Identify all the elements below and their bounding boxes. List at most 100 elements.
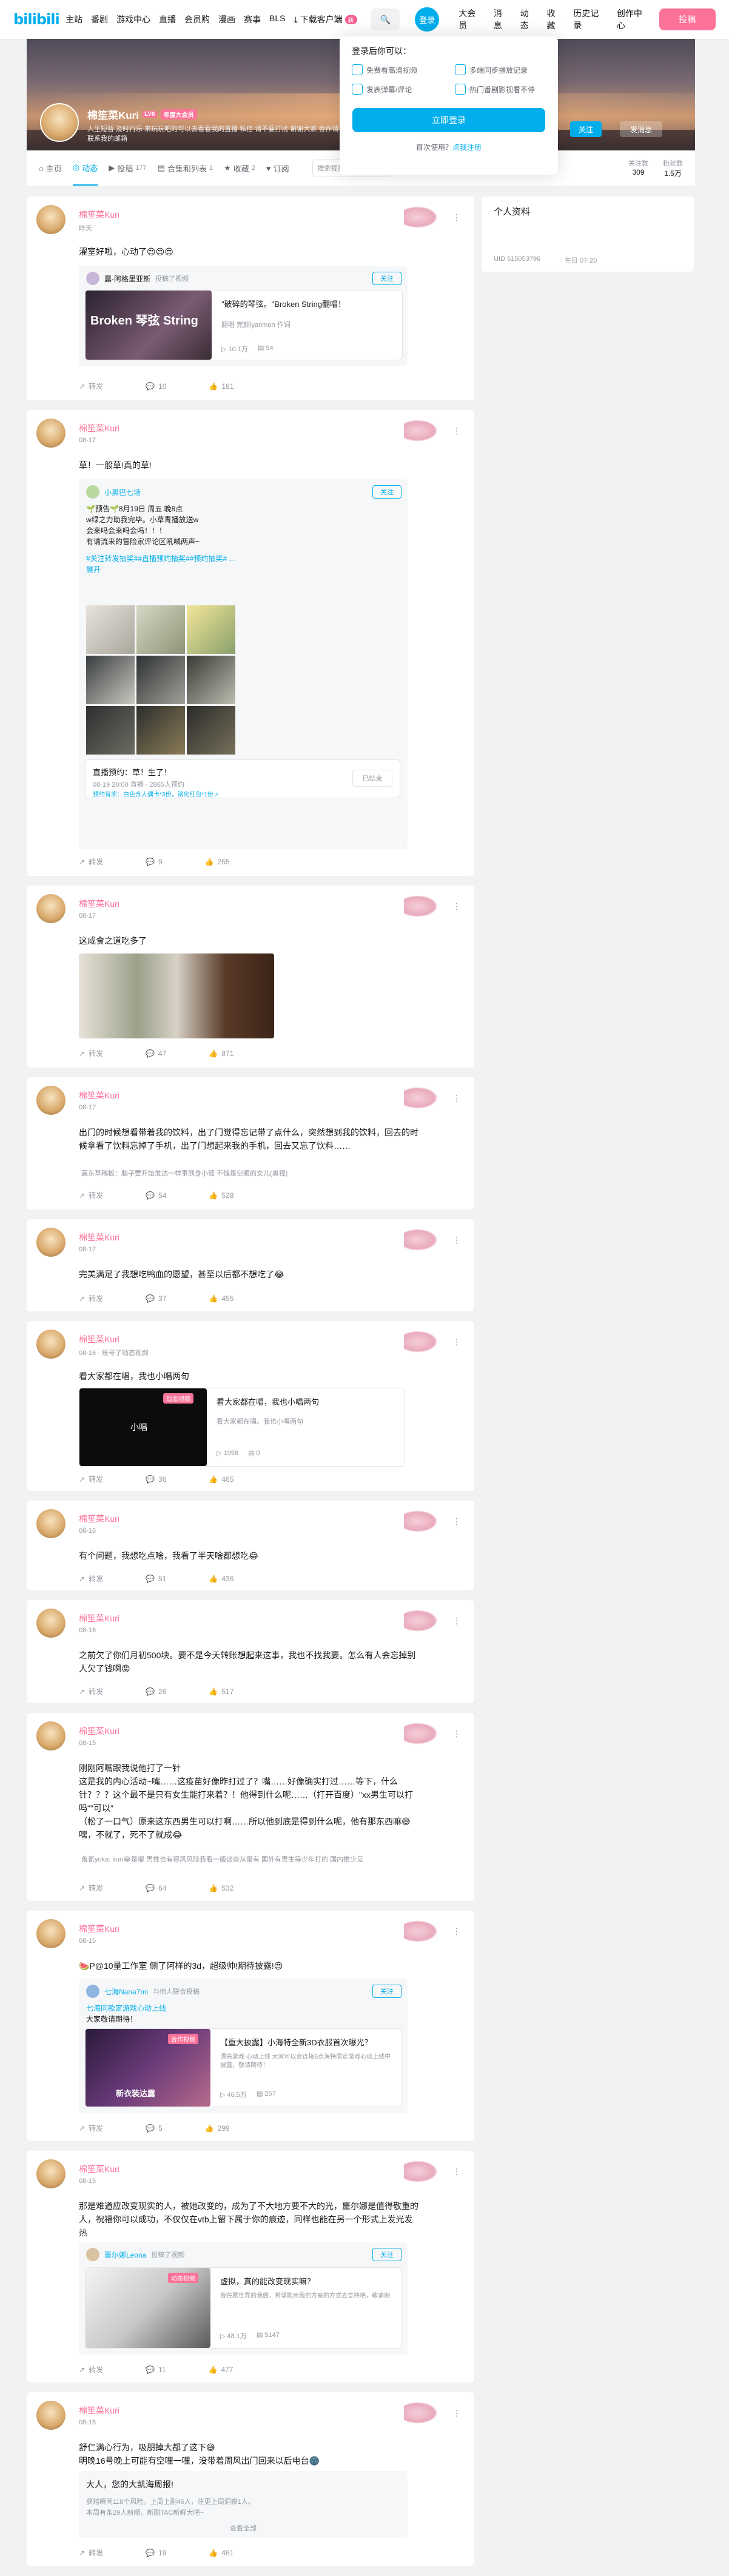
comment-button[interactable]: 💬 26 xyxy=(146,1686,166,1697)
quoted-follow-button[interactable]: 关注 xyxy=(372,2248,401,2261)
video-thumbnail[interactable]: Broken 琴弦 String xyxy=(86,291,212,360)
quoted-follow-button[interactable]: 关注 xyxy=(372,1985,401,1998)
author-name[interactable]: 棉笙菜Kuri xyxy=(79,2404,119,2416)
more-options-icon[interactable]: ⋮ xyxy=(452,426,461,436)
nav-history[interactable]: 历史记录 xyxy=(573,7,607,32)
author-name[interactable]: 棉笙菜Kuri xyxy=(79,422,119,434)
comment-button[interactable]: 💬 51 xyxy=(146,1573,166,1584)
author-avatar[interactable] xyxy=(36,2401,66,2430)
author-avatar[interactable] xyxy=(36,894,66,923)
nav-dynamics[interactable]: 动态 xyxy=(520,7,537,32)
comment-button[interactable]: 💬 5 xyxy=(146,2123,163,2133)
more-options-icon[interactable]: ⋮ xyxy=(452,1337,461,1347)
quoted-avatar[interactable] xyxy=(86,485,99,499)
quoted-user[interactable]: 小黑巴七场 xyxy=(104,487,141,497)
author-avatar[interactable] xyxy=(36,1721,66,1750)
like-button[interactable]: 👍 436 xyxy=(209,1573,233,1584)
like-button[interactable]: 👍 255 xyxy=(205,856,230,867)
nav-game-center[interactable]: 游戏中心 xyxy=(116,13,150,25)
comment-button[interactable]: 💬 37 xyxy=(146,1293,166,1303)
article-title[interactable]: 大人，您的大凯海周报! xyxy=(86,2478,173,2490)
quoted-user[interactable]: 露-阿格里亚斯 xyxy=(104,274,150,284)
nav-favorites[interactable]: 收藏 xyxy=(546,7,563,32)
forwarded-post[interactable]: 噩尔娜Leona 投稿了视频 关注 动态视频 虚拟，真的能改变现实嘛？ 我在愿世… xyxy=(79,2242,408,2355)
grid-image[interactable] xyxy=(136,605,185,654)
profile-avatar[interactable] xyxy=(40,103,79,142)
quoted-follow-button[interactable]: 关注 xyxy=(372,485,401,499)
more-options-icon[interactable]: ⋮ xyxy=(452,1926,461,1937)
forward-button[interactable]: ↗ 转发 xyxy=(79,2547,103,2558)
forwarded-post[interactable]: 七海Nana7mi 与他人联合投稿 关注 七海同款定游戏心动上线 大家敬请期待！… xyxy=(79,1979,408,2113)
forward-button[interactable]: ↗ 转发 xyxy=(79,1474,103,1484)
author-name[interactable]: 棉笙菜Kuri xyxy=(79,1333,119,1345)
quoted-user[interactable]: 七海Nana7mi xyxy=(104,1986,148,1997)
nav-bls[interactable]: BLS xyxy=(269,13,285,25)
author-avatar[interactable] xyxy=(36,1330,66,1359)
video-title[interactable]: 【重大披露】小海特全新3D衣服首次曝光？ xyxy=(220,2036,396,2048)
lottery-link[interactable]: 预约有奖：白色含人偶卡*3份，钢化红包*1份 > xyxy=(93,789,219,798)
comment-button[interactable]: 💬 64 xyxy=(146,1883,166,1893)
login-avatar-button[interactable]: 登录 xyxy=(415,7,440,32)
more-options-icon[interactable]: ⋮ xyxy=(452,2167,461,2177)
message-button[interactable]: 发消息 xyxy=(620,121,662,137)
grid-image[interactable] xyxy=(187,605,235,654)
like-button[interactable]: 👍 532 xyxy=(209,1883,233,1893)
like-button[interactable]: 👍 477 xyxy=(209,2364,233,2375)
forwarded-post[interactable]: 露-阿格里亚斯 投稿了视频 关注 Broken 琴弦 String "破碎的琴弦… xyxy=(79,266,408,366)
forward-button[interactable]: ↗ 转发 xyxy=(79,856,103,867)
nav-creator-center[interactable]: 创作中心 xyxy=(617,7,651,32)
like-button[interactable]: 👍 461 xyxy=(209,2547,233,2558)
grid-image[interactable] xyxy=(187,706,235,755)
nav-messages[interactable]: 消息 xyxy=(494,7,511,32)
stat-followers[interactable]: 粉丝数 1.5万 xyxy=(663,158,683,178)
nav-shop[interactable]: 会员购 xyxy=(184,13,210,25)
author-avatar[interactable] xyxy=(36,1509,66,1538)
video-thumbnail[interactable]: 动态视频 xyxy=(86,2268,210,2348)
comment-button[interactable]: 💬 9 xyxy=(146,856,163,867)
video-thumbnail[interactable]: 合作视频 新衣装达露 xyxy=(86,2029,210,2107)
grid-image[interactable] xyxy=(136,656,185,704)
more-options-icon[interactable]: ⋮ xyxy=(452,901,461,912)
nav-manga[interactable]: 漫画 xyxy=(218,13,235,25)
quoted-avatar[interactable] xyxy=(86,272,99,285)
author-name[interactable]: 棉笙菜Kuri xyxy=(79,209,119,221)
video-card[interactable]: 合作视频 新衣装达露 【重大披露】小海特全新3D衣服首次曝光？ 漂亮游戏 心动上… xyxy=(85,2028,401,2107)
more-options-icon[interactable]: ⋮ xyxy=(452,1093,461,1103)
tab-favorites[interactable]: ★ 收藏 2 xyxy=(224,163,255,174)
forward-button[interactable]: ↗ 转发 xyxy=(79,2364,103,2375)
tab-collections[interactable]: ▤ 合集和列表 1 xyxy=(158,163,213,174)
expand-link[interactable]: 展开 xyxy=(86,564,389,575)
author-name[interactable]: 棉笙菜Kuri xyxy=(79,1513,119,1525)
nav-live[interactable]: 直播 xyxy=(159,13,176,25)
bilibili-logo[interactable]: bilibili xyxy=(13,11,60,28)
forward-button[interactable]: ↗ 转发 xyxy=(79,1686,103,1697)
nav-vip[interactable]: 大会员 xyxy=(459,7,484,32)
forward-button[interactable]: ↗ 转发 xyxy=(79,1293,103,1303)
forward-button[interactable]: ↗ 转发 xyxy=(79,381,103,391)
popup-login-button[interactable]: 立即登录 xyxy=(352,108,545,132)
author-name[interactable]: 棉笙菜Kuri xyxy=(79,1725,119,1737)
video-thumbnail[interactable]: 动态视频 小唱 xyxy=(79,1388,207,1466)
tab-subscriptions[interactable]: ♥ 订阅 xyxy=(266,163,289,174)
live-reservation-card[interactable]: 直播预约：草！生了！ 08-19 20:00 直播 · 2865人预约 预约有奖… xyxy=(85,759,400,798)
author-name[interactable]: 棉笙菜Kuri xyxy=(79,1612,119,1624)
author-name[interactable]: 棉笙菜Kuri xyxy=(79,1231,119,1243)
video-card[interactable]: 动态视频 虚拟，真的能改变现实嘛？ 我在愿世界的我做，希望能用我的方案的方式去支… xyxy=(85,2267,401,2349)
quoted-avatar[interactable] xyxy=(86,1985,99,1998)
like-button[interactable]: 👍 871 xyxy=(209,1048,233,1058)
comment-button[interactable]: 💬 36 xyxy=(146,1474,166,1484)
author-avatar[interactable] xyxy=(36,419,66,448)
comment-button[interactable]: 💬 10 xyxy=(146,381,166,391)
nav-main-site[interactable]: 主站 xyxy=(66,13,82,25)
like-button[interactable]: 👍 465 xyxy=(209,1474,233,1484)
post-image[interactable] xyxy=(79,953,274,1038)
video-card[interactable]: 动态视频 小唱 看大家都在唱，我也小唱两句 看大家都在唱。我也小唱两句 ▷ 19… xyxy=(79,1388,405,1467)
more-options-icon[interactable]: ⋮ xyxy=(452,2408,461,2418)
forward-button[interactable]: ↗ 转发 xyxy=(79,1190,103,1200)
quoted-user[interactable]: 噩尔娜Leona xyxy=(104,2250,146,2260)
like-button[interactable]: 👍 528 xyxy=(209,1190,233,1200)
forward-button[interactable]: ↗ 转发 xyxy=(79,1883,103,1893)
grid-image[interactable] xyxy=(187,656,235,704)
upload-button[interactable]: 投稿 xyxy=(659,8,716,30)
comment-button[interactable]: 💬 11 xyxy=(146,2364,166,2375)
